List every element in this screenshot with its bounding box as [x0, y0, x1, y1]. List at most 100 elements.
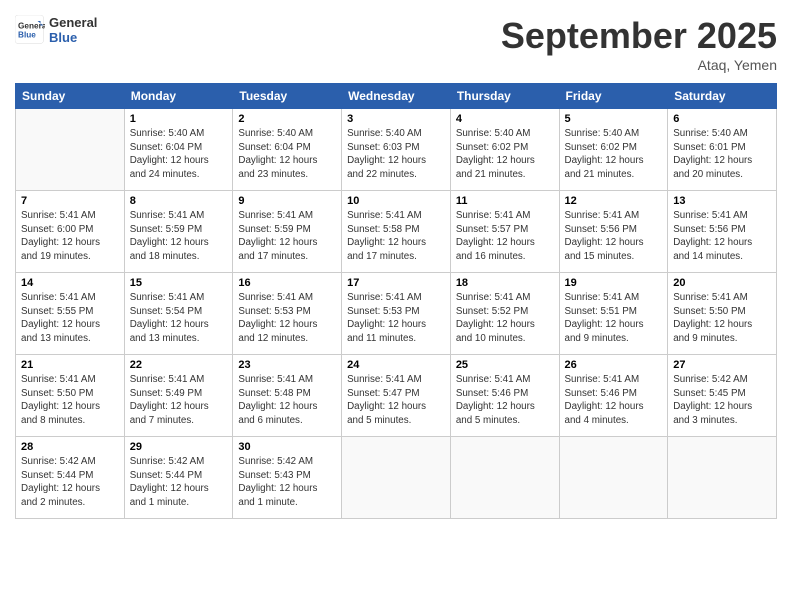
- calendar-cell: 23 Sunrise: 5:41 AMSunset: 5:48 PMDayligh…: [233, 355, 342, 437]
- calendar-week-2: 7 Sunrise: 5:41 AMSunset: 6:00 PMDaylight…: [16, 191, 777, 273]
- day-info: Sunrise: 5:41 AMSunset: 6:00 PMDaylight:…: [21, 209, 119, 264]
- day-number: 19: [565, 277, 663, 289]
- day-number: 25: [456, 359, 554, 371]
- day-info: Sunrise: 5:41 AMSunset: 5:46 PMDaylight:…: [456, 373, 554, 428]
- day-info: Sunrise: 5:41 AMSunset: 5:55 PMDaylight:…: [21, 291, 119, 346]
- calendar-cell: 1Sunrise: 5:40 AMSunset: 6:04 PMDaylight…: [124, 109, 233, 191]
- calendar-cell: 19 Sunrise: 5:41 AMSunset: 5:51 PMDayligh…: [559, 273, 668, 355]
- calendar-cell: 17 Sunrise: 5:41 AMSunset: 5:53 PMDayligh…: [342, 273, 451, 355]
- day-info: Sunrise: 5:42 AMSunset: 5:44 PMDaylight:…: [130, 455, 228, 510]
- day-info: Sunrise: 5:41 AMSunset: 5:50 PMDaylight:…: [673, 291, 771, 346]
- calendar-cell: 13Sunrise: 5:41 AMSunset: 5:56 PMDayligh…: [668, 191, 777, 273]
- day-number: 24: [347, 359, 445, 371]
- month-title: September 2025: [501, 15, 777, 57]
- day-info: Sunrise: 5:40 AMSunset: 6:04 PMDaylight:…: [238, 127, 336, 182]
- day-number: 4: [456, 113, 554, 125]
- logo-icon: General Blue: [15, 15, 45, 45]
- day-number: 21: [21, 359, 119, 371]
- weekday-header-wednesday: Wednesday: [342, 84, 451, 109]
- day-number: 2: [238, 113, 336, 125]
- day-number: 15: [130, 277, 228, 289]
- day-number: 22: [130, 359, 228, 371]
- day-info: Sunrise: 5:41 AMSunset: 5:59 PMDaylight:…: [130, 209, 228, 264]
- title-section: September 2025 Ataq, Yemen: [501, 15, 777, 73]
- day-info: Sunrise: 5:41 AMSunset: 5:53 PMDaylight:…: [238, 291, 336, 346]
- calendar-cell: 30Sunrise: 5:42 AMSunset: 5:43 PMDayligh…: [233, 437, 342, 519]
- calendar-cell: 8 Sunrise: 5:41 AMSunset: 5:59 PMDaylight…: [124, 191, 233, 273]
- calendar-cell: 14 Sunrise: 5:41 AMSunset: 5:55 PMDayligh…: [16, 273, 125, 355]
- calendar-week-4: 21Sunrise: 5:41 AMSunset: 5:50 PMDayligh…: [16, 355, 777, 437]
- weekday-header-friday: Friday: [559, 84, 668, 109]
- logo: General Blue General Blue: [15, 15, 97, 45]
- calendar-cell: 2 Sunrise: 5:40 AMSunset: 6:04 PMDaylight…: [233, 109, 342, 191]
- day-info: Sunrise: 5:40 AMSunset: 6:04 PMDaylight:…: [130, 127, 228, 182]
- calendar-cell: [342, 437, 451, 519]
- day-number: 8: [130, 195, 228, 207]
- day-number: 10: [347, 195, 445, 207]
- day-info: Sunrise: 5:40 AMSunset: 6:03 PMDaylight:…: [347, 127, 445, 182]
- day-info: Sunrise: 5:41 AMSunset: 5:58 PMDaylight:…: [347, 209, 445, 264]
- day-number: 12: [565, 195, 663, 207]
- day-info: Sunrise: 5:42 AMSunset: 5:43 PMDaylight:…: [238, 455, 336, 510]
- logo-text-general: General: [49, 15, 97, 30]
- day-number: 23: [238, 359, 336, 371]
- day-info: Sunrise: 5:42 AMSunset: 5:45 PMDaylight:…: [673, 373, 771, 428]
- day-info: Sunrise: 5:41 AMSunset: 5:51 PMDaylight:…: [565, 291, 663, 346]
- calendar-cell: 26 Sunrise: 5:41 AMSunset: 5:46 PMDayligh…: [559, 355, 668, 437]
- calendar-cell: 10 Sunrise: 5:41 AMSunset: 5:58 PMDayligh…: [342, 191, 451, 273]
- day-number: 6: [673, 113, 771, 125]
- day-number: 13: [673, 195, 771, 207]
- day-number: 5: [565, 113, 663, 125]
- calendar-cell: 28 Sunrise: 5:42 AMSunset: 5:44 PMDayligh…: [16, 437, 125, 519]
- calendar-cell: 5 Sunrise: 5:40 AMSunset: 6:02 PMDaylight…: [559, 109, 668, 191]
- day-info: Sunrise: 5:41 AMSunset: 5:48 PMDaylight:…: [238, 373, 336, 428]
- day-info: Sunrise: 5:40 AMSunset: 6:02 PMDaylight:…: [565, 127, 663, 182]
- logo-text-blue: Blue: [49, 30, 97, 45]
- day-number: 28: [21, 441, 119, 453]
- calendar-cell: 12 Sunrise: 5:41 AMSunset: 5:56 PMDayligh…: [559, 191, 668, 273]
- day-number: 27: [673, 359, 771, 371]
- weekday-header-thursday: Thursday: [450, 84, 559, 109]
- day-number: 26: [565, 359, 663, 371]
- calendar-cell: [16, 109, 125, 191]
- calendar-table: SundayMondayTuesdayWednesdayThursdayFrid…: [15, 83, 777, 519]
- calendar-cell: 11Sunrise: 5:41 AMSunset: 5:57 PMDayligh…: [450, 191, 559, 273]
- calendar-week-1: 1Sunrise: 5:40 AMSunset: 6:04 PMDaylight…: [16, 109, 777, 191]
- day-number: 29: [130, 441, 228, 453]
- day-number: 7: [21, 195, 119, 207]
- day-number: 9: [238, 195, 336, 207]
- day-info: Sunrise: 5:41 AMSunset: 5:54 PMDaylight:…: [130, 291, 228, 346]
- calendar-cell: [559, 437, 668, 519]
- day-number: 3: [347, 113, 445, 125]
- day-info: Sunrise: 5:40 AMSunset: 6:02 PMDaylight:…: [456, 127, 554, 182]
- weekday-header-tuesday: Tuesday: [233, 84, 342, 109]
- page-header: General Blue General Blue September 2025…: [15, 15, 777, 73]
- calendar-cell: 20 Sunrise: 5:41 AMSunset: 5:50 PMDayligh…: [668, 273, 777, 355]
- day-number: 11: [456, 195, 554, 207]
- calendar-cell: 25 Sunrise: 5:41 AMSunset: 5:46 PMDayligh…: [450, 355, 559, 437]
- calendar-cell: 18 Sunrise: 5:41 AMSunset: 5:52 PMDayligh…: [450, 273, 559, 355]
- day-info: Sunrise: 5:41 AMSunset: 5:53 PMDaylight:…: [347, 291, 445, 346]
- day-info: Sunrise: 5:41 AMSunset: 5:46 PMDaylight:…: [565, 373, 663, 428]
- calendar-week-5: 28 Sunrise: 5:42 AMSunset: 5:44 PMDayligh…: [16, 437, 777, 519]
- day-number: 18: [456, 277, 554, 289]
- weekday-header-row: SundayMondayTuesdayWednesdayThursdayFrid…: [16, 84, 777, 109]
- calendar-cell: [450, 437, 559, 519]
- calendar-cell: 24Sunrise: 5:41 AMSunset: 5:47 PMDayligh…: [342, 355, 451, 437]
- weekday-header-monday: Monday: [124, 84, 233, 109]
- svg-text:General: General: [18, 22, 45, 31]
- calendar-cell: 22Sunrise: 5:41 AMSunset: 5:49 PMDayligh…: [124, 355, 233, 437]
- day-info: Sunrise: 5:41 AMSunset: 5:56 PMDaylight:…: [565, 209, 663, 264]
- day-number: 17: [347, 277, 445, 289]
- weekday-header-sunday: Sunday: [16, 84, 125, 109]
- day-info: Sunrise: 5:41 AMSunset: 5:52 PMDaylight:…: [456, 291, 554, 346]
- day-number: 14: [21, 277, 119, 289]
- svg-text:Blue: Blue: [18, 31, 36, 40]
- location: Ataq, Yemen: [501, 57, 777, 73]
- weekday-header-saturday: Saturday: [668, 84, 777, 109]
- day-info: Sunrise: 5:42 AMSunset: 5:44 PMDaylight:…: [21, 455, 119, 510]
- calendar-cell: [668, 437, 777, 519]
- day-info: Sunrise: 5:40 AMSunset: 6:01 PMDaylight:…: [673, 127, 771, 182]
- day-number: 20: [673, 277, 771, 289]
- day-number: 16: [238, 277, 336, 289]
